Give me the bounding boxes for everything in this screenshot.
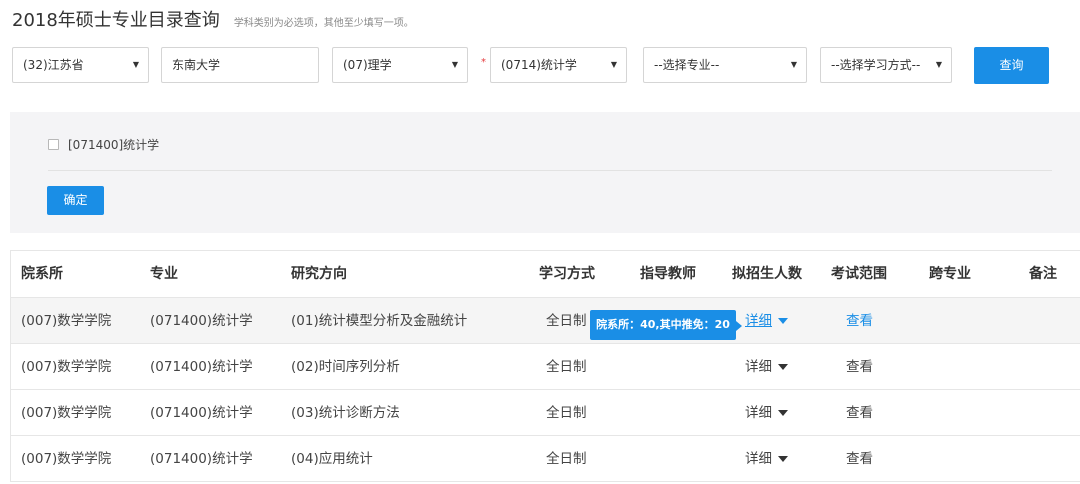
major-selection-panel: [071400]统计学 确定	[10, 112, 1080, 233]
column-header-note: 备注	[1029, 266, 1057, 282]
column-header-advisor: 指导教师	[640, 266, 696, 282]
page-title: 2018年硕士专业目录查询	[12, 10, 220, 31]
table-row: (007)数学学院 (071400)统计学 (02)时间序列分析 全日制 详细 …	[11, 344, 1080, 390]
cell-direction: (01)统计模型分析及金融统计	[291, 313, 468, 329]
caret-down-icon: ▼	[610, 60, 617, 69]
caret-down-icon	[778, 456, 788, 462]
study-mode-select[interactable]: --选择学习方式-- ▼	[820, 47, 952, 83]
discipline-select-value: (0714)统计学	[501, 58, 577, 72]
cell-dept: (007)数学学院	[21, 313, 112, 329]
category-select-value: (07)理学	[343, 58, 392, 72]
cell-major: (071400)统计学	[150, 405, 253, 421]
cell-direction: (02)时间序列分析	[291, 359, 400, 375]
school-input-value: 东南大学	[172, 58, 221, 72]
major-option-checkbox[interactable]	[48, 139, 59, 150]
query-button[interactable]: 查询	[974, 47, 1049, 84]
table-header-row: 院系所 专业 研究方向 学习方式 指导教师 拟招生人数 考试范围 跨专业 备注	[11, 251, 1080, 298]
cell-mode: 全日制	[546, 359, 587, 375]
cell-major: (071400)统计学	[150, 359, 253, 375]
quota-detail-toggle[interactable]: 详细	[745, 390, 788, 436]
caret-down-icon	[778, 364, 788, 370]
category-select[interactable]: (07)理学 ▼	[332, 47, 468, 83]
column-header-dept: 院系所	[21, 266, 63, 282]
column-header-exam: 考试范围	[831, 266, 887, 282]
quota-detail-label: 详细	[745, 451, 772, 467]
caret-down-icon	[778, 410, 788, 416]
major-option-label: [071400]统计学	[68, 138, 160, 152]
quota-detail-toggle[interactable]: 详细	[745, 298, 788, 344]
exam-scope-link[interactable]: 查看	[846, 344, 873, 390]
cell-dept: (007)数学学院	[21, 405, 112, 421]
quota-tooltip: 院系所：40,其中推免：20	[590, 310, 742, 340]
page-header: 2018年硕士专业目录查询 学科类别为必选项，其他至少填写一项。	[12, 6, 414, 32]
cell-mode: 全日制	[546, 405, 587, 421]
exam-scope-link[interactable]: 查看	[846, 390, 873, 436]
exam-scope-link[interactable]: 查看	[846, 298, 873, 344]
column-header-quota: 拟招生人数	[732, 266, 802, 282]
province-select-value: (32)江苏省	[23, 58, 84, 72]
cell-mode: 全日制	[546, 451, 587, 467]
study-mode-select-value: --选择学习方式--	[831, 58, 921, 72]
quota-detail-label: 详细	[745, 405, 772, 421]
confirm-button[interactable]: 确定	[47, 186, 104, 215]
caret-down-icon: ▼	[132, 60, 139, 69]
page-subtitle: 学科类别为必选项，其他至少填写一项。	[233, 18, 414, 29]
quota-detail-label: 详细	[745, 313, 772, 329]
column-header-cross: 跨专业	[929, 266, 971, 282]
cell-mode: 全日制	[546, 313, 587, 329]
caret-down-icon: ▼	[935, 60, 942, 69]
table-row: (007)数学学院 (071400)统计学 (01)统计模型分析及金融统计 全日…	[11, 298, 1080, 344]
caret-down-icon	[778, 318, 788, 324]
cell-direction: (03)统计诊断方法	[291, 405, 400, 421]
major-option[interactable]: [071400]统计学	[48, 136, 159, 153]
caret-down-icon: ▼	[451, 60, 458, 69]
table-row: (007)数学学院 (071400)统计学 (04)应用统计 全日制 详细 查看	[11, 436, 1080, 482]
school-input[interactable]: 东南大学	[161, 47, 319, 83]
filter-bar: (32)江苏省 ▼ 东南大学 (07)理学 ▼ * (0714)统计学 ▼ --…	[0, 47, 1080, 85]
table-row: (007)数学学院 (071400)统计学 (03)统计诊断方法 全日制 详细 …	[11, 390, 1080, 436]
column-header-direction: 研究方向	[291, 266, 347, 282]
panel-divider	[48, 170, 1052, 171]
column-header-major: 专业	[150, 266, 178, 282]
major-select[interactable]: --选择专业-- ▼	[643, 47, 807, 83]
cell-direction: (04)应用统计	[291, 451, 373, 467]
cell-dept: (007)数学学院	[21, 359, 112, 375]
quota-detail-toggle[interactable]: 详细	[745, 344, 788, 390]
results-table: 院系所 专业 研究方向 学习方式 指导教师 拟招生人数 考试范围 跨专业 备注 …	[10, 250, 1080, 482]
discipline-select[interactable]: (0714)统计学 ▼	[490, 47, 627, 83]
major-select-value: --选择专业--	[654, 58, 720, 72]
quota-detail-toggle[interactable]: 详细	[745, 436, 788, 482]
quota-detail-label: 详细	[745, 359, 772, 375]
province-select[interactable]: (32)江苏省 ▼	[12, 47, 149, 83]
caret-down-icon: ▼	[790, 60, 797, 69]
cell-major: (071400)统计学	[150, 313, 253, 329]
cell-dept: (007)数学学院	[21, 451, 112, 467]
exam-scope-link[interactable]: 查看	[846, 436, 873, 482]
cell-major: (071400)统计学	[150, 451, 253, 467]
required-mark: *	[481, 57, 486, 68]
column-header-mode: 学习方式	[539, 266, 595, 282]
